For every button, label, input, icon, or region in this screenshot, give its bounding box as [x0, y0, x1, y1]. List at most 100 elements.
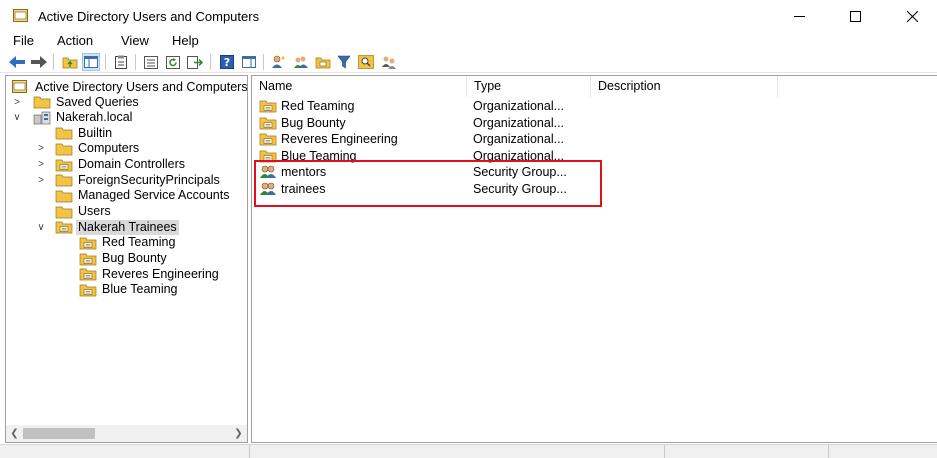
- menu-file[interactable]: File: [13, 33, 34, 48]
- tree-item-bug-bounty[interactable]: Bug Bounty: [6, 251, 246, 267]
- tree-horizontal-scrollbar[interactable]: ❮ ❯: [6, 425, 247, 442]
- tree-item-computers[interactable]: > Computers: [6, 141, 246, 157]
- new-user-button[interactable]: [270, 53, 288, 71]
- tree-item-nakerah-local[interactable]: ∨ Nakerah.local: [6, 110, 246, 126]
- folder-icon: [55, 127, 73, 140]
- list-item-type: Organizational...: [473, 148, 565, 163]
- close-icon: [906, 10, 918, 22]
- scroll-right-arrow-icon[interactable]: ❯: [230, 425, 247, 442]
- tree-root[interactable]: Active Directory Users and Computers: [6, 79, 248, 95]
- minimize-icon: [793, 15, 805, 17]
- folder-icon: [55, 143, 73, 156]
- status-bar: [0, 444, 937, 458]
- tree-item-blue-teaming[interactable]: Blue Teaming: [6, 282, 246, 298]
- tree-item-foreignsecurityprincipals[interactable]: > ForeignSecurityPrincipals: [6, 172, 246, 188]
- properties-button[interactable]: [112, 53, 130, 71]
- tree-item-users[interactable]: Users: [6, 204, 246, 220]
- console-tree[interactable]: Active Directory Users and Computers > Sa…: [5, 75, 248, 443]
- tree-item-label: Red Teaming: [102, 235, 176, 250]
- scroll-thumb[interactable]: [23, 428, 95, 439]
- toolbar-separator: [135, 54, 136, 70]
- ou-folder-icon: [79, 237, 97, 250]
- filter-button[interactable]: [335, 53, 353, 71]
- tree-item-red-teaming[interactable]: Red Teaming: [6, 235, 246, 251]
- show-hide-tree-button[interactable]: [82, 53, 100, 71]
- list-item-name: mentors: [281, 165, 327, 180]
- new-ou-button[interactable]: [314, 53, 332, 71]
- details-pane[interactable]: Name Type Description Red Teaming Organiz…: [251, 75, 937, 443]
- folder-icon: [55, 174, 73, 187]
- expand-chevron-icon[interactable]: >: [12, 94, 22, 110]
- menu-bar: File Action View Help: [0, 32, 937, 50]
- ou-folder-icon: [259, 117, 277, 129]
- tree-item-reveres-engineering[interactable]: Reveres Engineering: [6, 266, 246, 282]
- tree-item-label: ForeignSecurityPrincipals: [78, 172, 220, 187]
- filter-icon: [337, 55, 351, 69]
- add-ou-icon: [315, 57, 331, 69]
- toolbar-separator: [53, 54, 54, 70]
- new-group-button[interactable]: [292, 53, 310, 71]
- add-user-icon: [272, 55, 285, 68]
- ou-folder-icon: [55, 159, 73, 171]
- list-row[interactable]: Bug Bounty Organizational...: [252, 115, 937, 131]
- up-level-button[interactable]: [61, 53, 79, 71]
- tree-item-label: Blue Teaming: [102, 282, 178, 297]
- svg-text:?: ?: [224, 56, 230, 69]
- list-row[interactable]: trainees Security Group...: [252, 181, 937, 197]
- menu-view[interactable]: View: [121, 33, 149, 48]
- tree-item-label: Computers: [78, 141, 140, 156]
- column-header-description[interactable]: Description: [591, 76, 778, 97]
- tree-item-label: Nakerah.local: [56, 110, 133, 125]
- view-list-button[interactable]: [142, 53, 160, 71]
- up-folder-icon: [62, 57, 78, 69]
- column-header-name[interactable]: Name: [252, 76, 467, 97]
- expand-chevron-icon[interactable]: >: [36, 157, 46, 173]
- tree-item-label: Builtin: [78, 125, 113, 140]
- list-view-icon: [144, 55, 158, 69]
- tree-item-nakerah-trainees[interactable]: ∨ Nakerah Trainees: [6, 219, 246, 235]
- refresh-button[interactable]: [164, 53, 182, 71]
- tree-item-saved-queries[interactable]: > Saved Queries: [6, 94, 246, 110]
- tree-item-label: Users: [78, 204, 111, 219]
- forward-button[interactable]: [30, 53, 48, 71]
- tree-root-label: Active Directory Users and Computers: [35, 79, 248, 94]
- scroll-left-arrow-icon[interactable]: ❮: [6, 425, 23, 442]
- collapse-chevron-icon[interactable]: ∨: [12, 110, 22, 126]
- maximize-icon: [849, 10, 861, 22]
- column-header-type[interactable]: Type: [467, 76, 591, 97]
- collapse-chevron-icon[interactable]: ∨: [36, 219, 46, 235]
- maximize-button[interactable]: [832, 0, 878, 32]
- ou-folder-icon: [79, 253, 97, 265]
- toolbar-separator: [105, 54, 106, 70]
- menu-help[interactable]: Help: [172, 33, 199, 48]
- find-button[interactable]: [357, 53, 375, 71]
- tree-item-managed-service-accounts[interactable]: Managed Service Accounts: [6, 188, 246, 204]
- close-button[interactable]: [889, 0, 935, 32]
- list-row[interactable]: Blue Teaming Organizational...: [252, 148, 937, 164]
- export-list-button[interactable]: [186, 53, 204, 71]
- menu-action[interactable]: Action: [57, 33, 93, 48]
- security-group-icon: [260, 166, 276, 179]
- list-row[interactable]: mentors Security Group...: [252, 164, 937, 180]
- list-item-type: Organizational...: [473, 132, 565, 147]
- help-button[interactable]: ?: [218, 53, 236, 71]
- show-console-tree-button[interactable]: [240, 53, 258, 71]
- list-item-name: Reveres Engineering: [281, 132, 398, 147]
- list-row[interactable]: Reveres Engineering Organizational...: [252, 131, 937, 147]
- list-item-type: Organizational...: [473, 99, 565, 113]
- list-row[interactable]: Red Teaming Organizational...: [252, 98, 937, 114]
- tree-item-builtin[interactable]: Builtin: [6, 125, 246, 141]
- status-divider: [249, 445, 250, 458]
- toolbar-separator: [210, 54, 211, 70]
- ou-folder-icon: [259, 150, 277, 163]
- tree-item-domain-controllers[interactable]: > Domain Controllers: [6, 157, 246, 173]
- expand-chevron-icon[interactable]: >: [36, 141, 46, 157]
- ou-folder-icon: [259, 100, 277, 113]
- back-button[interactable]: [8, 53, 26, 71]
- domain-icon: [33, 111, 51, 124]
- show-console-icon: [242, 56, 256, 68]
- minimize-button[interactable]: [776, 0, 822, 32]
- ou-folder-icon: [259, 133, 277, 146]
- delegate-control-button[interactable]: [380, 53, 398, 71]
- expand-chevron-icon[interactable]: >: [36, 172, 46, 188]
